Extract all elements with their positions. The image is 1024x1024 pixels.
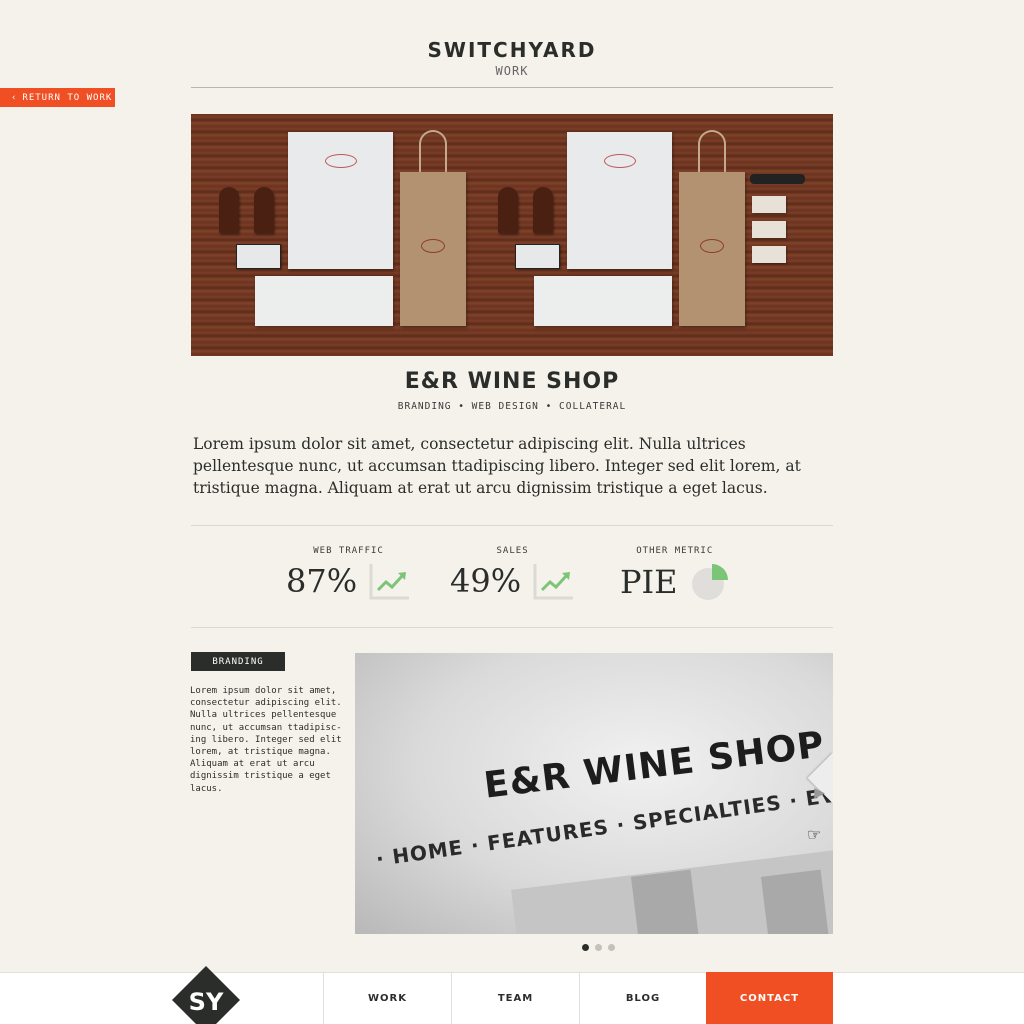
project-intro: Lorem ipsum dolor sit amet, consectetur …	[193, 435, 801, 497]
business-card	[515, 244, 560, 269]
hang-tag	[752, 246, 786, 263]
metrics-top-divider	[191, 525, 833, 526]
project-tags: BRANDING • WEB DESIGN • COLLATERAL	[397, 401, 627, 412]
pagination-dot[interactable]	[608, 944, 615, 951]
nav-team[interactable]: TEAM	[451, 972, 579, 1024]
metric-value: 87%	[286, 562, 358, 600]
image-gallery[interactable]: E&R WINE SHOP · HOME · FEATURES · SPECIA…	[355, 653, 833, 934]
trend-up-icon	[533, 564, 574, 600]
stamp	[219, 187, 239, 233]
return-to-work-label: RETURN TO WORK	[22, 92, 113, 103]
metric-value: 49%	[450, 562, 522, 600]
hand-cursor-icon: ☞	[807, 825, 822, 844]
bag-logo	[700, 239, 724, 253]
stamp	[498, 187, 518, 233]
metric-web-traffic: WEB TRAFFIC 87%	[286, 546, 411, 600]
gallery-box	[760, 869, 830, 934]
project-title: E&R WINE SHOP	[404, 369, 620, 394]
metric-sales: SALES 49%	[450, 546, 575, 600]
envelope	[534, 276, 672, 326]
pie-chart-icon	[691, 564, 728, 600]
gallery-box	[630, 869, 700, 934]
gallery-pagination	[582, 944, 615, 951]
metrics-bottom-divider	[191, 627, 833, 628]
logo-text: SY	[189, 988, 224, 1016]
metric-label: SALES	[496, 546, 529, 556]
section-label: WORK	[495, 64, 529, 78]
business-card	[236, 244, 281, 269]
site-header: SWITCHYARD WORK	[0, 38, 1024, 78]
metric-label: OTHER METRIC	[636, 546, 714, 556]
hang-tag	[752, 196, 786, 213]
chevron-left-icon: ‹	[11, 92, 18, 103]
stationery-mockup-right	[470, 114, 805, 356]
envelope	[255, 276, 393, 326]
bag-handle	[698, 130, 726, 174]
metric-label: WEB TRAFFIC	[313, 546, 384, 556]
bag-handle	[419, 130, 447, 174]
metric-other: OTHER METRIC PIE	[620, 546, 730, 602]
trend-up-icon	[369, 564, 410, 600]
corkscrew	[750, 174, 805, 184]
stamp	[254, 187, 274, 233]
stamp	[533, 187, 553, 233]
header-divider	[191, 87, 833, 88]
letterhead-logo	[325, 154, 357, 168]
stationery-mockup-left	[191, 114, 512, 356]
branding-badge: BRANDING	[191, 652, 285, 671]
letterhead-logo	[604, 154, 636, 168]
metric-value: PIE	[620, 563, 678, 601]
hang-tag	[752, 221, 786, 238]
nav-contact[interactable]: CONTACT	[706, 972, 833, 1024]
letterhead	[567, 132, 672, 269]
pagination-dot[interactable]	[595, 944, 602, 951]
letterhead	[288, 132, 393, 269]
nav-blog[interactable]: BLOG	[579, 972, 706, 1024]
bag-logo	[421, 239, 445, 253]
return-to-work-button[interactable]: ‹ RETURN TO WORK	[0, 88, 115, 107]
chevron-right-icon: ▶	[814, 785, 825, 801]
sy-logo[interactable]: SY	[172, 966, 240, 1024]
branding-description: Lorem ipsum dolor sit amet, consectetur …	[190, 686, 342, 794]
pagination-dot[interactable]	[582, 944, 589, 951]
nav-work[interactable]: WORK	[323, 972, 451, 1024]
hero-image	[191, 114, 833, 356]
site-brand[interactable]: SWITCHYARD	[0, 38, 1024, 62]
